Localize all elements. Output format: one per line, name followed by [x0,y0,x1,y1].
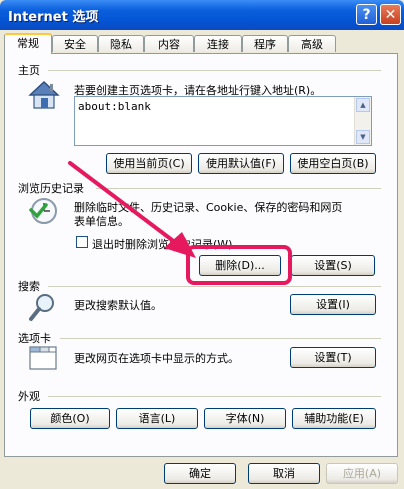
delete-button-highlight [186,245,292,285]
tab-general[interactable]: 常规 [4,33,52,54]
